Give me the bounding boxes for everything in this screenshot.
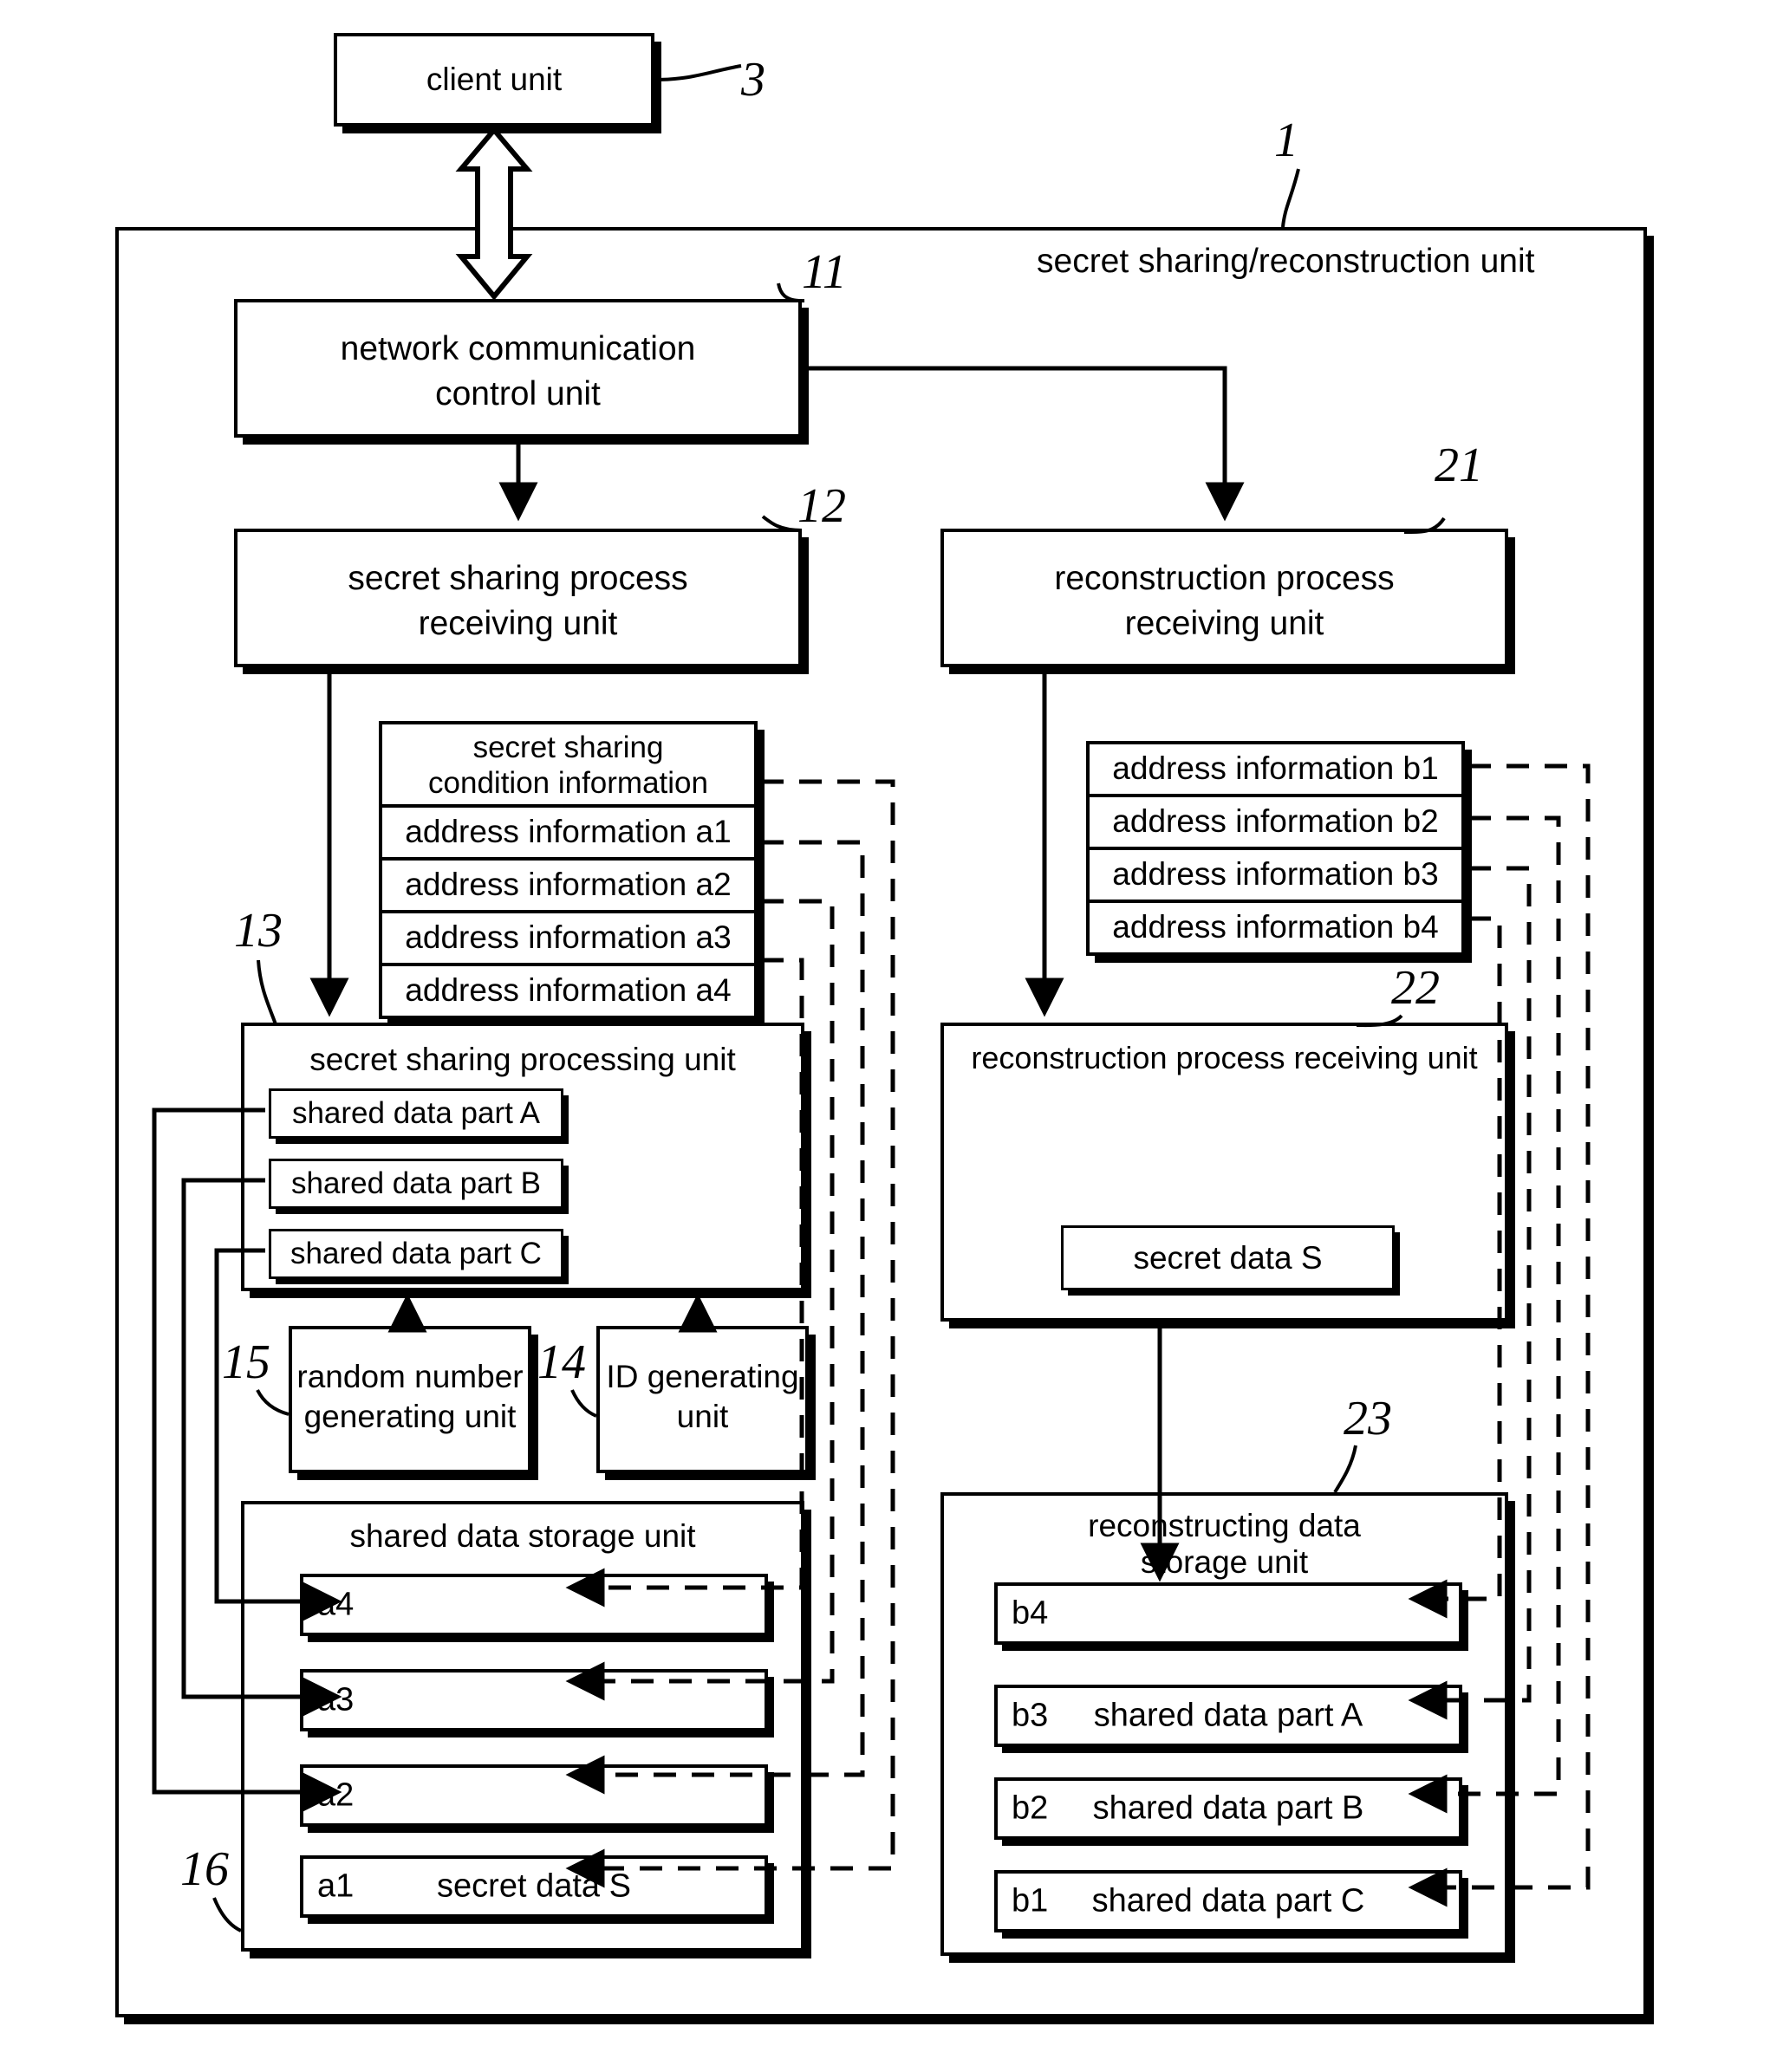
secret-sharing-condition-information-box: secret sharing condition information add… (379, 721, 758, 1019)
address-information-b1-row: address information b1 (1112, 750, 1439, 786)
network-unit-label-line2: control unit (435, 375, 601, 412)
ref-numeral-23: 23 (1344, 1392, 1392, 1445)
random-unit-label-line1: random number (296, 1359, 524, 1394)
reconstruction-receiver-label-line2: receiving unit (1124, 605, 1324, 642)
leader-3 (654, 64, 742, 81)
condition-info-header-line1: secret sharing (472, 731, 664, 764)
storage-slot-b4: b4 (994, 1582, 1462, 1645)
storage-slot-b1: b1 shared data part C (994, 1870, 1462, 1932)
storage-slot-a2: a2 (300, 1764, 768, 1827)
reconstructing-data-storage-unit-box[interactable]: reconstructing data storage unit b4 b3 s… (940, 1492, 1508, 1956)
shared-data-part-a-label: shared data part A (291, 1096, 541, 1130)
patent-figure: secret sharing/reconstruction unit 1 cli… (0, 0, 1770, 2072)
address-information-b3-row: address information b3 (1090, 847, 1461, 900)
shared-data-storage-unit-box[interactable]: shared data storage unit a4 a3 a2 a1 sec… (241, 1501, 804, 1952)
shared-data-part-c-box: shared data part C (269, 1229, 563, 1279)
client-unit-box[interactable]: client unit (334, 33, 654, 127)
ref-numeral-22: 22 (1391, 961, 1440, 1015)
shared-data-part-c-label: shared data part C (290, 1237, 542, 1270)
slot-a3-id: a3 (317, 1681, 355, 1718)
network-communication-control-unit-box[interactable]: network communication control unit (234, 299, 802, 438)
ref-numeral-13: 13 (234, 904, 283, 958)
condition-info-header: secret sharing condition information (382, 724, 754, 804)
secret-sharing-processing-unit-box[interactable]: secret sharing processing unit shared da… (241, 1023, 804, 1291)
address-information-b2-row: address information b2 (1090, 794, 1461, 847)
outer-unit-label: secret sharing/reconstruction unit (1037, 243, 1535, 280)
reconstruct-storage-title-line2: storage unit (1140, 1544, 1309, 1580)
address-information-a2-row: address information a2 (382, 857, 754, 910)
ref-numeral-14: 14 (537, 1335, 586, 1389)
slot-b2-value: shared data part B (1092, 1789, 1364, 1827)
address-information-a3-row: address information a3 (382, 910, 754, 963)
address-information-b4-row: address information b4 (1090, 900, 1461, 952)
storage-slot-b3: b3 shared data part A (994, 1685, 1462, 1747)
secret-sharing-process-receiving-unit-box[interactable]: secret sharing process receiving unit (234, 529, 802, 667)
address-information-b-box: address information b1 address informati… (1086, 741, 1465, 956)
id-unit-label-line2: unit (676, 1399, 729, 1434)
shared-data-part-a-box: shared data part A (269, 1088, 563, 1139)
slot-b1-value: shared data part C (1091, 1882, 1365, 1919)
id-unit-label-line1: ID generating (606, 1359, 799, 1394)
address-information-a1-row: address information a1 (382, 804, 754, 857)
network-unit-label-line1: network communication (340, 330, 696, 367)
ref-numeral-1: 1 (1274, 114, 1298, 167)
storage-slot-a4: a4 (300, 1574, 768, 1636)
id-generating-unit-box[interactable]: ID generating unit (596, 1326, 809, 1473)
reconstruction-receiver-label-line1: reconstruction process (1054, 560, 1395, 597)
reconstruction-process-receiving-unit-box[interactable]: reconstruction process receiving unit (940, 529, 1508, 667)
sharing-receiver-label-line1: secret sharing process (348, 560, 688, 597)
secret-data-s-label: secret data S (1133, 1239, 1323, 1276)
sharing-processing-title: secret sharing processing unit (309, 1042, 736, 1077)
storage-slot-a1: a1 secret data S (300, 1855, 768, 1918)
secret-data-s-box: secret data S (1061, 1225, 1395, 1290)
ref-numeral-15: 15 (222, 1335, 270, 1389)
ref-numeral-16: 16 (180, 1842, 229, 1896)
address-information-a4-row: address information a4 (382, 963, 754, 1016)
ref-numeral-11: 11 (802, 245, 847, 299)
leader-1 (1281, 168, 1300, 228)
reconstruction-unit-22-title: reconstruction process receiving unit (971, 1040, 1478, 1075)
shared-data-part-b-box: shared data part B (269, 1159, 563, 1209)
shared-storage-title: shared data storage unit (349, 1518, 696, 1554)
random-unit-label-line2: generating unit (303, 1399, 517, 1434)
reconstruction-process-receiving-unit-22-box[interactable]: reconstruction process receiving unit se… (940, 1023, 1508, 1322)
slot-a1-value: secret data S (437, 1867, 631, 1905)
ref-numeral-12: 12 (797, 479, 846, 533)
random-number-generating-unit-box[interactable]: random number generating unit (289, 1326, 531, 1473)
condition-info-header-line2: condition information (428, 766, 708, 800)
ref-numeral-21: 21 (1435, 438, 1483, 492)
storage-slot-a3: a3 (300, 1669, 768, 1731)
sharing-receiver-label-line2: receiving unit (418, 605, 618, 642)
slot-b4-id: b4 (1012, 1595, 1049, 1632)
reconstruct-storage-title-line1: reconstructing data (1088, 1508, 1361, 1543)
client-unit-label: client unit (426, 62, 563, 97)
slot-a2-id: a2 (317, 1776, 355, 1814)
slot-b3-value: shared data part A (1093, 1697, 1363, 1734)
ref-numeral-3: 3 (741, 53, 765, 107)
shared-data-part-b-label: shared data part B (291, 1166, 541, 1200)
storage-slot-b2: b2 shared data part B (994, 1777, 1462, 1840)
slot-a4-id: a4 (317, 1586, 355, 1623)
